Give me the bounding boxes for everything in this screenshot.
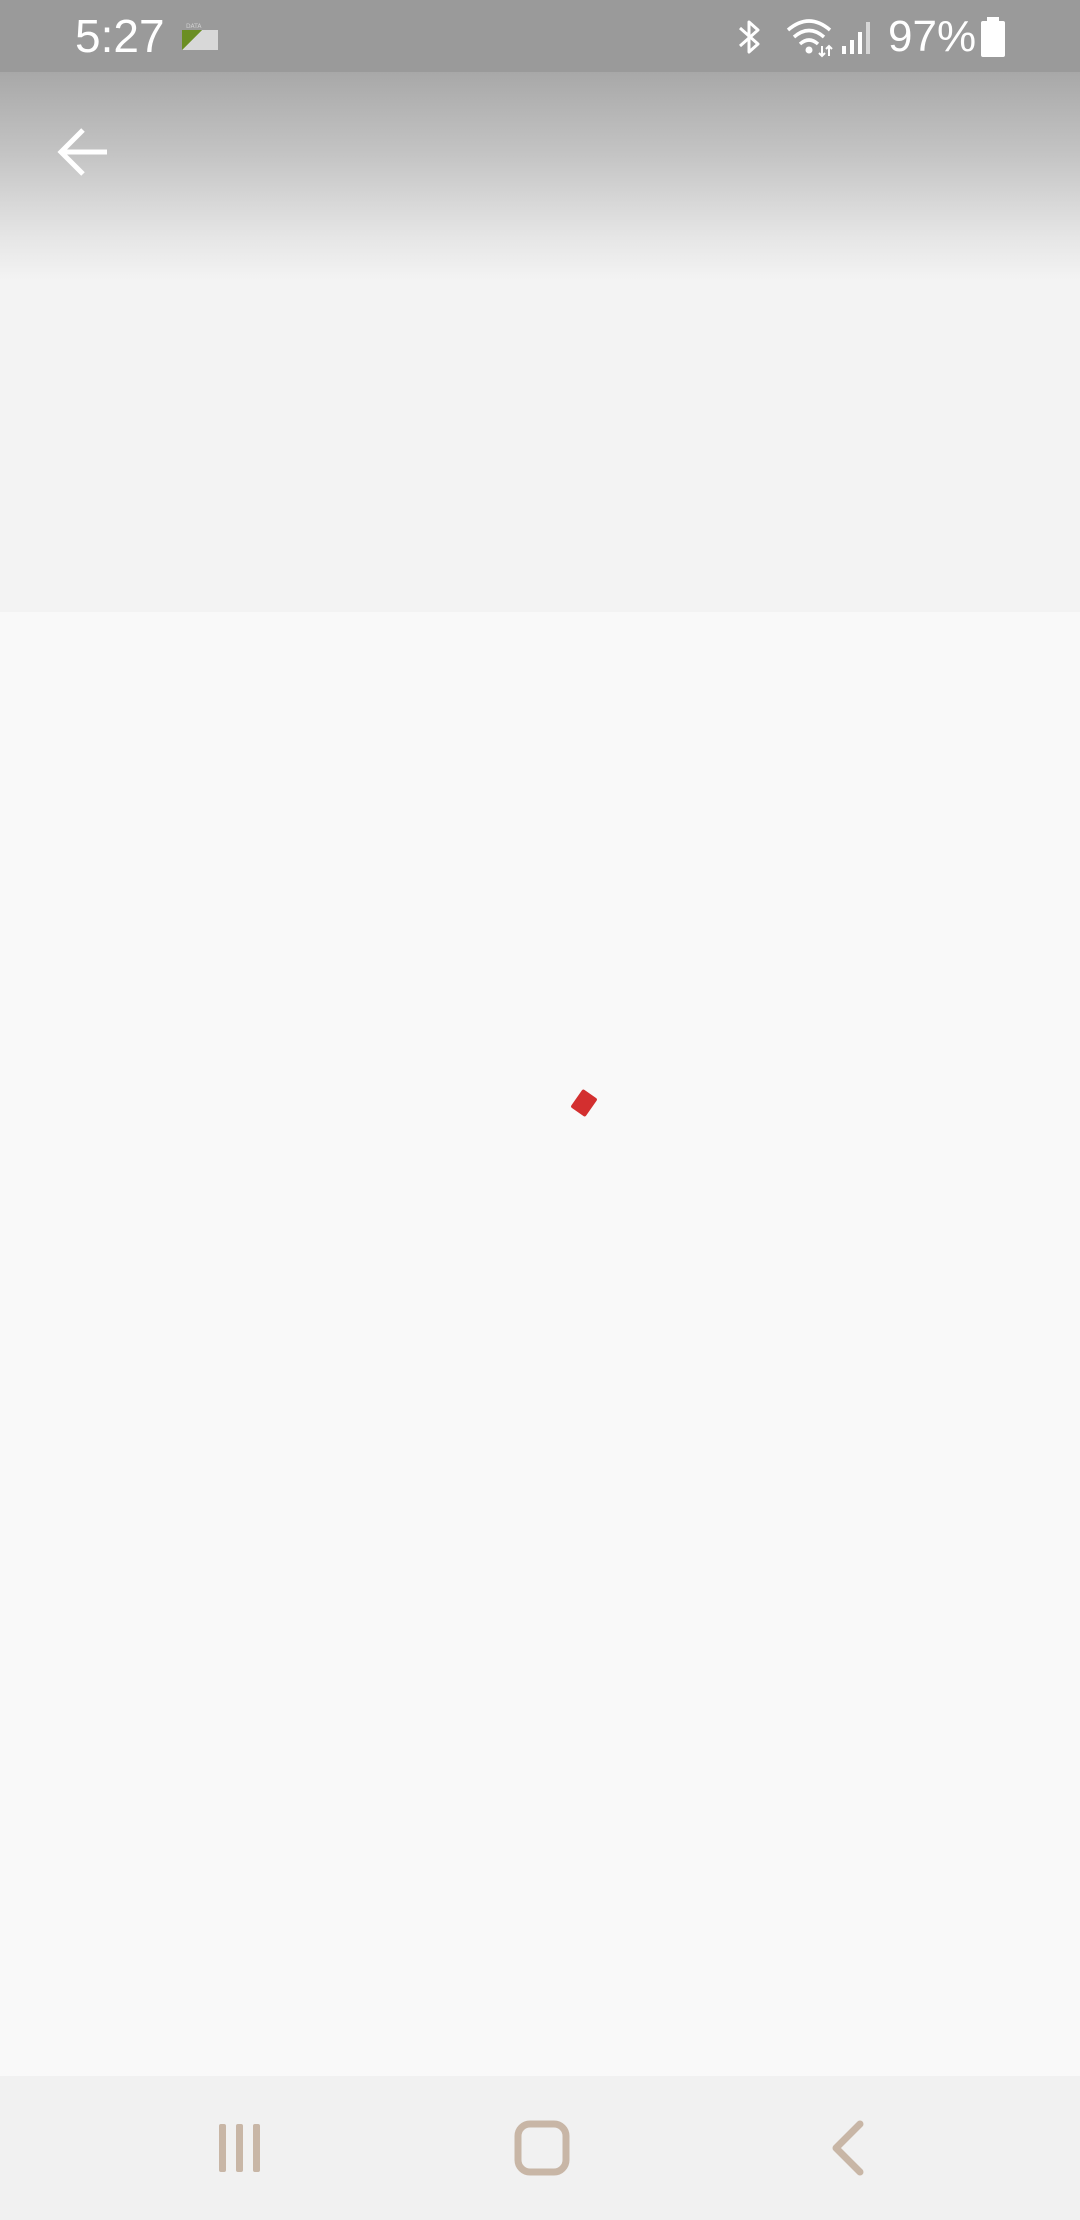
system-back-button[interactable]: [748, 2076, 948, 2220]
wifi-icon: [784, 16, 834, 58]
battery-icon: [978, 16, 1008, 58]
back-button[interactable]: [44, 112, 124, 192]
app-header: [0, 72, 1080, 280]
bluetooth-icon: [730, 16, 770, 58]
status-bar: 5:27 DATA 97%: [0, 0, 1080, 72]
svg-text:DATA: DATA: [186, 23, 202, 30]
back-icon: [832, 2120, 864, 2176]
home-button[interactable]: [442, 2076, 642, 2220]
data-saver-icon: DATA: [180, 22, 220, 52]
navigation-bar: [0, 2076, 1080, 2220]
content-area: [0, 612, 1080, 2076]
status-time: 5:27: [75, 10, 165, 62]
home-icon: [514, 2120, 570, 2176]
recents-icon: [219, 2124, 260, 2172]
battery-percentage: 97%: [888, 12, 977, 61]
header-banner-area: [0, 280, 1080, 612]
recents-button[interactable]: [140, 2076, 340, 2220]
arrow-left-icon: [57, 128, 107, 176]
signal-icon: [840, 18, 876, 56]
